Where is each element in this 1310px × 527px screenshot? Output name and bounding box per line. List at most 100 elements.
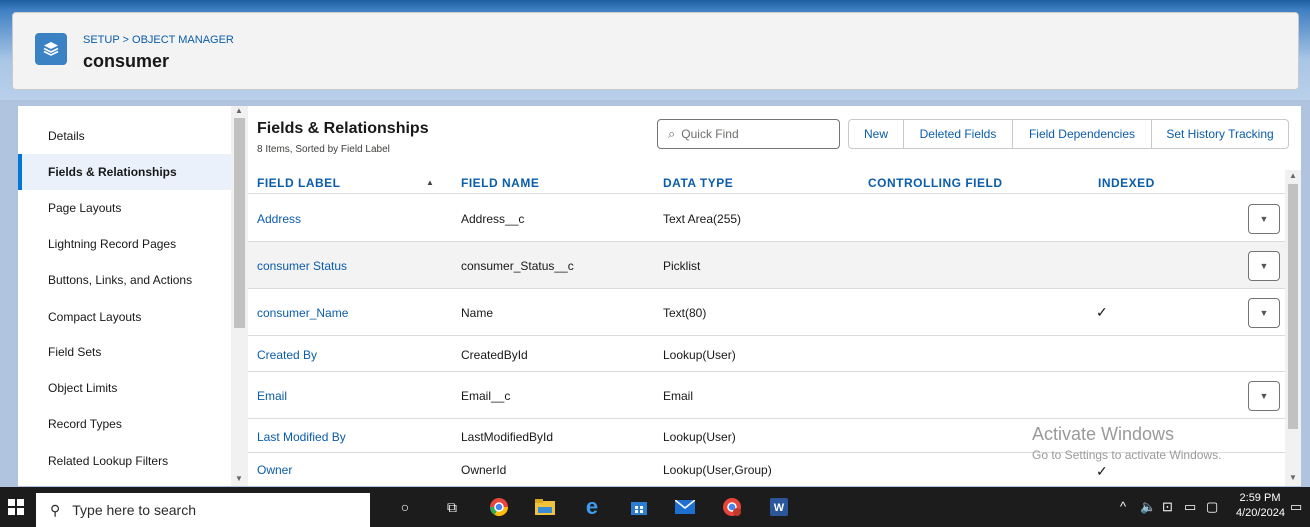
sidebar-item-lightning-record-pages[interactable]: Lightning Record Pages: [18, 226, 231, 262]
search-icon: ⌕: [668, 126, 676, 141]
field-api-name: LastModifiedById: [461, 430, 554, 444]
windows-taskbar: ⚲ Type here to search ○ ⧉ e W ^ 🔈 ⊡ ▭ ▢ …: [0, 487, 1310, 527]
task-view-icon[interactable]: ⧉: [440, 495, 464, 519]
fields-panel: Fields & Relationships 8 Items, Sorted b…: [248, 106, 1301, 486]
scroll-up-icon[interactable]: ▲: [1289, 171, 1297, 180]
field-data-type: Text Area(255): [663, 212, 742, 226]
sidebar-scroll-thumb[interactable]: [234, 118, 245, 328]
scroll-up-icon[interactable]: ▲: [235, 106, 243, 115]
table-scroll-thumb[interactable]: [1288, 184, 1298, 429]
indexed-checkmark-icon: ✓: [1096, 304, 1108, 320]
activate-windows-watermark: Activate Windows Go to Settings to activ…: [1032, 424, 1221, 462]
sidebar-item-buttons-links-actions[interactable]: Buttons, Links, and Actions: [18, 262, 231, 298]
field-api-name: Name: [461, 306, 494, 320]
sidebar-item-fields-relationships[interactable]: Fields & Relationships: [18, 154, 231, 190]
chevron-down-icon: ▼: [1259, 391, 1269, 401]
battery-icon[interactable]: ▭: [1184, 499, 1196, 515]
field-label-link[interactable]: consumer_Name: [257, 306, 348, 320]
field-label-link[interactable]: Created By: [257, 348, 317, 362]
search-icon: ⚲: [50, 501, 61, 518]
field-data-type: Lookup(User,Group): [663, 463, 772, 477]
cortana-icon[interactable]: ○: [393, 495, 417, 519]
column-header-controlling-field[interactable]: CONTROLLING FIELD: [868, 176, 1003, 190]
sidebar-item-page-layouts[interactable]: Page Layouts: [18, 190, 231, 226]
sidebar-item-details[interactable]: Details: [18, 118, 231, 154]
field-api-name: Email__c: [461, 389, 511, 403]
network-icon[interactable]: ⊡: [1162, 499, 1173, 515]
object-header: SETUP > OBJECT MANAGER consumer: [12, 12, 1299, 90]
column-header-field-name[interactable]: FIELD NAME: [461, 176, 539, 190]
watermark-subtitle: Go to Settings to activate Windows.: [1032, 448, 1222, 462]
row-actions-button[interactable]: ▼: [1248, 251, 1280, 281]
field-label-link[interactable]: Owner: [257, 463, 292, 477]
new-button[interactable]: New: [848, 119, 904, 149]
show-hidden-icons-icon[interactable]: ^: [1120, 499, 1126, 514]
taskbar-search-input[interactable]: ⚲ Type here to search: [36, 493, 370, 527]
table-row: consumer_Name Name Text(80) ✓ ▼: [248, 289, 1285, 336]
deleted-fields-button[interactable]: Deleted Fields: [903, 119, 1013, 149]
field-dependencies-button[interactable]: Field Dependencies: [1012, 119, 1152, 149]
table-scrollbar[interactable]: ▲ ▼: [1285, 170, 1301, 486]
clock-time: 2:59 PM: [1239, 492, 1281, 504]
quick-find-input[interactable]: ⌕ Quick Find: [657, 119, 840, 149]
scroll-down-icon[interactable]: ▼: [1289, 473, 1297, 482]
chrome-icon[interactable]: [487, 495, 511, 519]
row-actions-button[interactable]: ▼: [1248, 298, 1280, 328]
field-api-name: Address__c: [461, 212, 525, 226]
row-actions-button[interactable]: ▼: [1248, 381, 1280, 411]
table-row: Created By CreatedById Lookup(User): [248, 336, 1285, 372]
item-count-subtitle: 8 Items, Sorted by Field Label: [257, 144, 390, 155]
windows-start-icon[interactable]: [0, 487, 32, 527]
action-button-group: New Deleted Fields Field Dependencies Se…: [848, 119, 1289, 149]
page-title: Fields & Relationships: [257, 120, 429, 137]
sidebar-item-object-limits[interactable]: Object Limits: [18, 370, 231, 406]
field-data-type: Email: [663, 389, 694, 403]
field-api-name: CreatedById: [461, 348, 528, 362]
file-explorer-icon[interactable]: [533, 495, 557, 519]
column-header-data-type[interactable]: DATA TYPE: [663, 176, 733, 190]
object-title: consumer: [83, 51, 170, 71]
column-header-field-label[interactable]: FIELD LABEL: [257, 176, 341, 190]
chrome-profile-icon[interactable]: [720, 495, 744, 519]
scroll-down-icon[interactable]: ▼: [235, 474, 243, 483]
chevron-down-icon: ▼: [1259, 261, 1269, 271]
field-label-link[interactable]: consumer Status: [257, 259, 347, 273]
notifications-icon[interactable]: ▭: [1290, 499, 1302, 515]
volume-icon[interactable]: 🔈: [1140, 499, 1156, 515]
clock-date: 4/20/2024: [1236, 507, 1285, 519]
sidebar-item-related-lookup-filters[interactable]: Related Lookup Filters: [18, 443, 231, 479]
row-actions-button[interactable]: ▼: [1248, 204, 1280, 234]
field-label-link[interactable]: Email: [257, 389, 287, 403]
breadcrumb[interactable]: SETUP > OBJECT MANAGER: [83, 34, 234, 46]
field-data-type: Text(80): [663, 306, 707, 320]
field-data-type: Picklist: [663, 259, 701, 273]
sidebar-scrollbar[interactable]: ▲ ▼: [231, 106, 248, 486]
store-icon[interactable]: [627, 495, 651, 519]
edge-icon[interactable]: e: [580, 494, 604, 519]
layers-icon: [35, 33, 67, 65]
sidebar-item-compact-layouts[interactable]: Compact Layouts: [18, 299, 231, 335]
table-header: FIELD LABEL ▲ FIELD NAME DATA TYPE CONTR…: [248, 170, 1285, 194]
object-sidebar: Details Fields & Relationships Page Layo…: [18, 106, 248, 486]
mail-icon[interactable]: [673, 495, 697, 519]
watermark-title: Activate Windows: [1032, 424, 1175, 444]
field-label-link[interactable]: Last Modified By: [257, 430, 346, 444]
field-api-name: consumer_Status__c: [461, 259, 574, 273]
sidebar-item-record-types[interactable]: Record Types: [18, 406, 231, 442]
table-row: Email Email__c Email ▼: [248, 372, 1285, 419]
display-icon[interactable]: ▢: [1206, 499, 1218, 515]
field-data-type: Lookup(User): [663, 430, 736, 444]
taskbar-clock[interactable]: 2:59 PM 4/20/2024: [1236, 491, 1285, 521]
quick-find-placeholder: Quick Find: [681, 127, 739, 141]
set-history-tracking-button[interactable]: Set History Tracking: [1151, 119, 1289, 149]
chevron-down-icon: ▼: [1259, 308, 1269, 318]
sidebar-item-field-sets[interactable]: Field Sets: [18, 334, 231, 370]
field-label-link[interactable]: Address: [257, 212, 301, 226]
word-icon[interactable]: W: [767, 495, 791, 519]
indexed-checkmark-icon: ✓: [1096, 463, 1108, 479]
sort-ascending-icon[interactable]: ▲: [426, 178, 434, 187]
column-header-indexed[interactable]: INDEXED: [1098, 176, 1155, 190]
field-api-name: OwnerId: [461, 463, 507, 477]
field-data-type: Lookup(User): [663, 348, 736, 362]
chevron-down-icon: ▼: [1259, 214, 1269, 224]
